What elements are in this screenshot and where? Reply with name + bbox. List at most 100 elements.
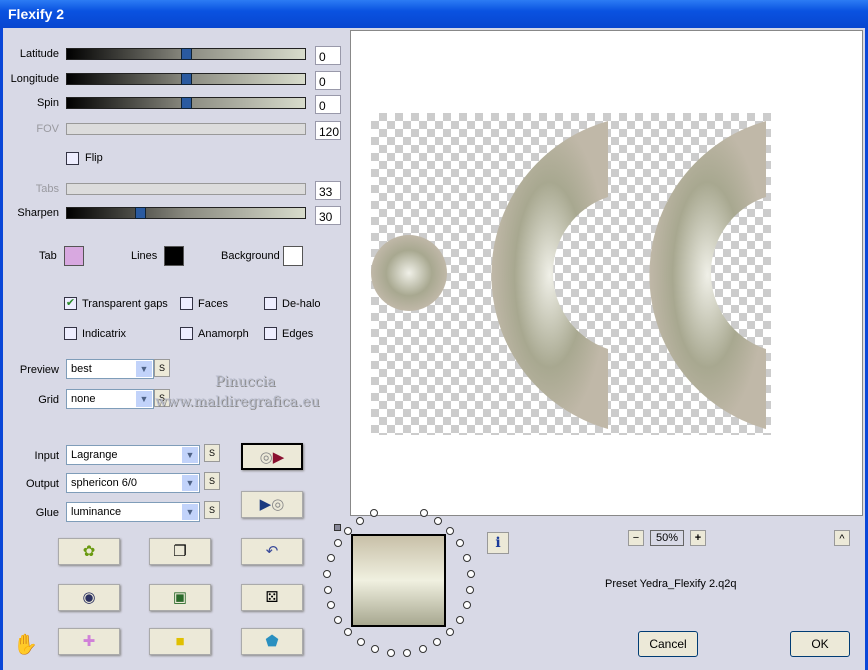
chevron-down-icon: ▼ xyxy=(136,361,152,377)
input-label: Input xyxy=(34,450,59,462)
ring-dot[interactable] xyxy=(326,553,335,562)
spin-slider[interactable] xyxy=(66,97,306,109)
ring-dot[interactable] xyxy=(333,539,342,548)
spin-label: Spin xyxy=(36,97,59,109)
ring-dot[interactable] xyxy=(323,585,332,594)
preview-s-button[interactable]: S xyxy=(154,359,170,377)
lines-color-swatch[interactable] xyxy=(164,246,184,266)
flexified-image xyxy=(371,121,766,429)
left-sphere xyxy=(371,235,447,311)
ring-dot[interactable] xyxy=(355,516,364,525)
slider-thumb[interactable] xyxy=(181,48,192,60)
sharpen-slider[interactable] xyxy=(66,207,306,219)
output-label: Output xyxy=(25,478,59,490)
zoom-out-button[interactable]: − xyxy=(628,530,644,546)
ring-dot[interactable] xyxy=(419,509,428,518)
save-preset-button[interactable]: ▶◎ xyxy=(241,491,303,518)
anamorph-checkbox[interactable] xyxy=(180,327,193,340)
chevron-down-icon: ▼ xyxy=(182,447,198,463)
ring-dot[interactable] xyxy=(334,615,343,624)
ring-dot[interactable] xyxy=(386,648,395,657)
square-frame-button[interactable]: ▣ xyxy=(149,584,211,611)
ring-dot[interactable] xyxy=(433,638,442,647)
chevron-down-icon: ▼ xyxy=(136,391,152,407)
slider-thumb[interactable] xyxy=(181,97,192,109)
spin-input[interactable]: 0 xyxy=(315,95,341,114)
ring-dot[interactable] xyxy=(463,553,472,562)
ring-dot[interactable] xyxy=(455,615,464,624)
preset-name: Preset Yedra_Flexify 2.q2q xyxy=(605,578,737,590)
glue-label: Glue xyxy=(35,507,59,519)
sharpen-input[interactable]: 30 xyxy=(315,206,341,225)
ring-dot[interactable] xyxy=(403,648,412,657)
grid-select[interactable]: none ▼ xyxy=(66,389,154,409)
cancel-button[interactable]: Cancel xyxy=(638,631,698,657)
thumbnail-preview[interactable] xyxy=(351,534,446,627)
thumbnail-handle[interactable] xyxy=(334,524,341,531)
disc-play-icon: ◎ xyxy=(259,449,273,466)
latitude-label: Latitude xyxy=(19,48,59,60)
indicatrix-checkbox[interactable] xyxy=(64,327,77,340)
ring-dot[interactable] xyxy=(466,569,475,578)
ring-dot[interactable] xyxy=(323,569,332,578)
ring-button[interactable]: ◉ xyxy=(58,584,120,611)
ring-dot[interactable] xyxy=(434,516,443,525)
ring-dot[interactable] xyxy=(327,601,336,610)
collapse-button[interactable]: ^ xyxy=(834,530,850,546)
ring-dot[interactable] xyxy=(456,539,465,548)
preview-canvas[interactable] xyxy=(350,30,863,516)
ring-dot[interactable] xyxy=(370,509,379,518)
flip-checkbox[interactable] xyxy=(66,152,79,165)
tab-color-swatch[interactable] xyxy=(64,246,84,266)
ring-dot[interactable] xyxy=(344,628,353,637)
random-button[interactable]: ⚄ xyxy=(241,584,303,611)
slider-thumb[interactable] xyxy=(135,207,146,219)
ring-dot[interactable] xyxy=(462,601,471,610)
background-color-swatch[interactable] xyxy=(283,246,303,266)
input-s-button[interactable]: S xyxy=(204,444,220,462)
transparent-gaps-checkbox[interactable]: ✔ xyxy=(64,297,77,310)
longitude-slider[interactable] xyxy=(66,73,306,85)
latitude-slider[interactable] xyxy=(66,48,306,60)
tabs-slider xyxy=(66,183,306,195)
latitude-input[interactable]: 0 xyxy=(315,46,341,65)
pentagon-button[interactable]: ⬟ xyxy=(241,628,303,655)
input-select[interactable]: Lagrange ▼ xyxy=(66,445,200,465)
longitude-input[interactable]: 0 xyxy=(315,71,341,90)
grid-label: Grid xyxy=(38,394,59,406)
watermark-line2: www.maldiregrafica.eu xyxy=(155,394,320,410)
glue-s-button[interactable]: S xyxy=(204,501,220,519)
ring-dot[interactable] xyxy=(371,644,380,653)
ring-dot[interactable] xyxy=(445,628,454,637)
right-arc xyxy=(649,121,766,429)
ring-dot[interactable] xyxy=(356,638,365,647)
brick-button[interactable]: ■ xyxy=(149,628,211,655)
grid-select-value: none xyxy=(71,393,96,405)
ring-dot[interactable] xyxy=(418,644,427,653)
dice-icon: ⚄ xyxy=(265,589,279,606)
edges-checkbox[interactable] xyxy=(264,327,277,340)
info-button[interactable]: i xyxy=(487,532,509,554)
copy-button[interactable]: ❐ xyxy=(149,538,211,565)
ring-dot[interactable] xyxy=(446,526,455,535)
ring-dot[interactable] xyxy=(466,585,475,594)
slider-thumb[interactable] xyxy=(181,73,192,85)
undo-button[interactable]: ↶ xyxy=(241,538,303,565)
output-select[interactable]: sphericon 6/0 ▼ xyxy=(66,473,200,493)
glue-select[interactable]: luminance ▼ xyxy=(66,502,200,522)
ring-dot[interactable] xyxy=(343,526,352,535)
zoom-in-button[interactable]: + xyxy=(690,530,706,546)
output-s-button[interactable]: S xyxy=(204,472,220,490)
preview-select[interactable]: best ▼ xyxy=(66,359,154,379)
cross-net-button[interactable]: ✚ xyxy=(58,628,120,655)
load-preset-button[interactable]: ◎▶ xyxy=(241,443,303,470)
anamorph-label: Anamorph xyxy=(198,328,249,340)
ok-button[interactable]: OK xyxy=(790,631,850,657)
faces-checkbox[interactable] xyxy=(180,297,193,310)
de-halo-checkbox[interactable] xyxy=(264,297,277,310)
tabs-input[interactable]: 33 xyxy=(315,181,341,200)
lines-color-label: Lines xyxy=(131,250,158,262)
randomize-colors-button[interactable]: ✿ xyxy=(58,538,120,565)
flexify-dialog: Flexify 2 Latitude 0 Longitude 0 Spin 0 … xyxy=(0,0,868,670)
fov-input[interactable]: 120 xyxy=(315,121,341,140)
